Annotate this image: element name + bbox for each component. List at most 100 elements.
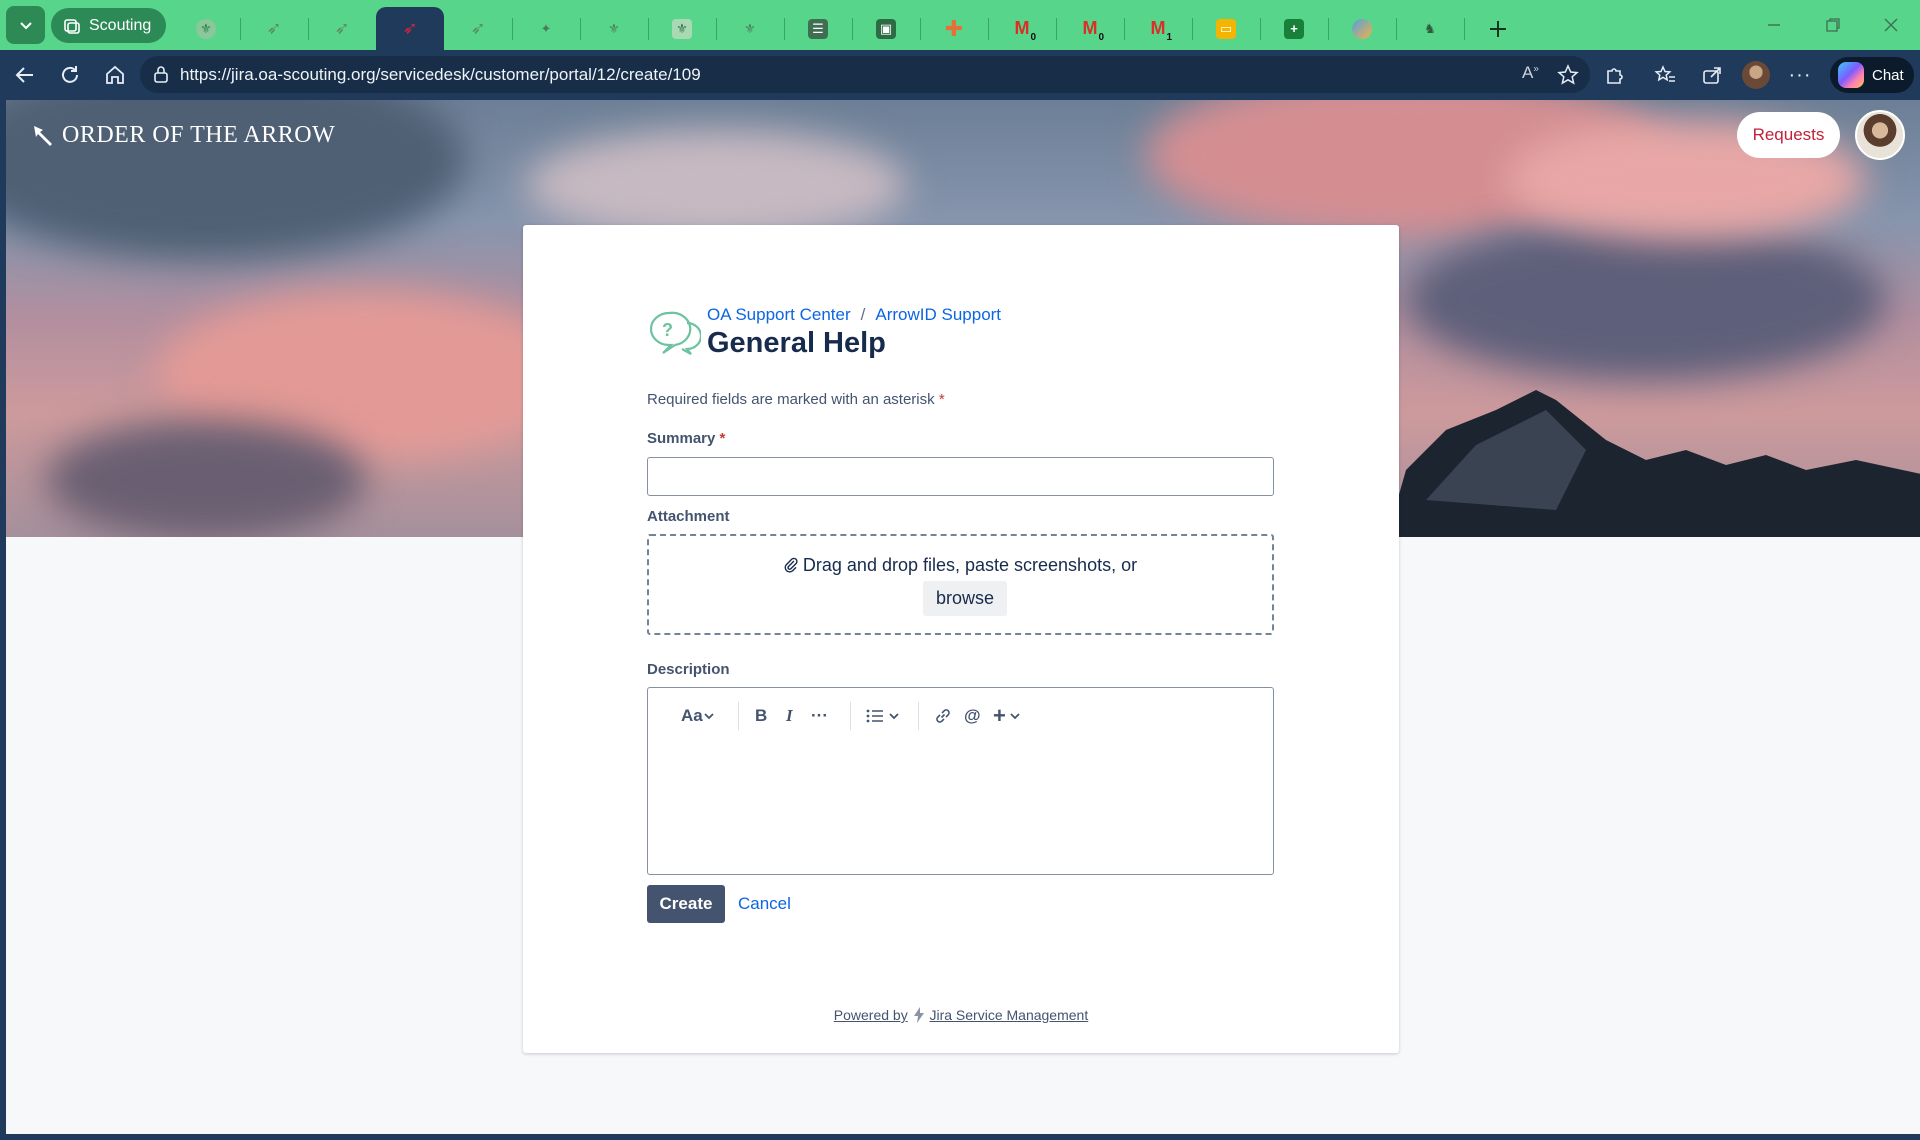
brand-logo[interactable]: ORDER OF THE ARROW: [32, 122, 335, 149]
gmail-icon: M1: [1150, 18, 1173, 43]
text-style-label: Aa: [681, 706, 703, 725]
mention-button[interactable]: @: [964, 702, 981, 730]
summary-label: Summary *: [647, 430, 725, 447]
required-note-text: Required fields are marked with an aster…: [647, 391, 935, 408]
chevron-down-icon: [704, 713, 714, 720]
tab-group-label: Scouting: [89, 16, 152, 34]
required-asterisk: *: [938, 391, 945, 408]
list-dropdown[interactable]: [866, 702, 900, 730]
refresh-button[interactable]: [55, 60, 85, 90]
insert-dropdown[interactable]: +: [993, 702, 1021, 730]
breadcrumb-link-support-center[interactable]: OA Support Center: [707, 305, 851, 324]
brand-name: ORDER OF THE ARROW: [62, 122, 336, 148]
powered-by-footer[interactable]: Powered by Jira Service Management: [523, 1006, 1399, 1024]
attachment-dropzone[interactable]: Drag and drop files, paste screenshots, …: [647, 534, 1274, 635]
bold-icon: B: [755, 706, 768, 725]
settings-more-button[interactable]: ···: [1785, 60, 1815, 90]
chevron-down-icon: [19, 22, 32, 30]
browser-tab[interactable]: ⚜: [580, 7, 649, 50]
share-button[interactable]: [1697, 60, 1727, 90]
tab-actions-button[interactable]: [6, 6, 45, 44]
favorite-star-icon[interactable]: [1557, 64, 1579, 86]
tab-badge: 0: [1030, 31, 1036, 43]
italic-button[interactable]: I: [786, 702, 793, 730]
browser-tab[interactable]: ✦: [512, 7, 581, 50]
copilot-icon: [1838, 62, 1864, 88]
browser-tab-active[interactable]: ➶: [376, 7, 444, 50]
text-style-dropdown[interactable]: Aa: [681, 702, 715, 730]
arrow-logo-icon: ➶: [402, 18, 418, 38]
italic-icon: I: [786, 706, 793, 725]
arrow-logo-icon: [34, 125, 52, 146]
create-button[interactable]: Create: [647, 885, 725, 923]
browser-tab[interactable]: M0: [1056, 7, 1125, 50]
browser-tab[interactable]: ☰: [784, 7, 853, 50]
copilot-chat-button[interactable]: Chat: [1830, 57, 1914, 93]
breadcrumb-link-arrowid-support[interactable]: ArrowID Support: [875, 305, 1001, 324]
arrow-logo-icon: ➶: [266, 18, 282, 38]
browser-tab[interactable]: ➶: [308, 7, 376, 50]
browser-tab[interactable]: ▭: [1192, 7, 1261, 50]
tab-group-scouting[interactable]: Scouting: [51, 8, 166, 43]
browser-tab[interactable]: M1: [1124, 7, 1193, 50]
new-tab-button[interactable]: [1464, 7, 1532, 50]
bold-button[interactable]: B: [755, 702, 767, 730]
help-chat-icon: ?: [649, 311, 701, 355]
home-button[interactable]: [100, 60, 130, 90]
description-editor[interactable]: Aa B I ··· @ +: [647, 687, 1274, 875]
breadcrumb: OA Support Center / ArrowID Support: [707, 305, 1001, 325]
page-viewport: ORDER OF THE ARROW Requests ? OA Support…: [6, 100, 1920, 1134]
extensions-button[interactable]: [1600, 60, 1630, 90]
close-window-button[interactable]: [1871, 8, 1911, 42]
jira-lightning-icon: [913, 1007, 924, 1023]
scout-emblem-icon: ⚜: [672, 18, 692, 39]
browser-tab[interactable]: ⚜: [648, 7, 717, 50]
user-avatar[interactable]: [1855, 110, 1905, 160]
puzzle-icon: [1607, 68, 1623, 84]
browser-tab[interactable]: ♞: [1396, 7, 1465, 50]
share-icon: [1703, 67, 1721, 84]
profile-button[interactable]: [1741, 60, 1771, 90]
favorites-button[interactable]: [1650, 60, 1680, 90]
address-url: https://jira.oa-scouting.org/servicedesk…: [180, 65, 701, 84]
animal-logo-icon: ♞: [1424, 20, 1436, 36]
cancel-link[interactable]: Cancel: [738, 894, 791, 914]
fleur-de-lis-icon: ⚜: [196, 18, 216, 39]
browser-tab[interactable]: ✚: [920, 7, 989, 50]
tab-group-icon: [64, 18, 80, 34]
browser-tab[interactable]: ⚜: [716, 7, 785, 50]
browser-tab[interactable]: ⚜: [172, 7, 241, 50]
arrow-logo-icon: ➶: [470, 18, 486, 38]
browser-tab[interactable]: ➶: [444, 7, 513, 50]
profile-avatar-icon: [1742, 61, 1770, 89]
toolbar-divider: [850, 702, 851, 730]
more-formatting-button[interactable]: ···: [811, 702, 828, 730]
browse-button[interactable]: browse: [923, 581, 1007, 616]
gmail-icon: M0: [1082, 18, 1105, 43]
back-button[interactable]: [10, 60, 40, 90]
link-icon: [936, 709, 950, 723]
dropzone-instructions: Drag and drop files, paste screenshots, …: [649, 555, 1272, 576]
svg-text:?: ?: [662, 320, 673, 340]
bulleted-list-icon: [866, 709, 883, 723]
browser-tab[interactable]: ➶: [240, 7, 309, 50]
link-button[interactable]: [934, 702, 952, 730]
plus-icon: [1490, 20, 1506, 37]
browser-tab[interactable]: [1328, 7, 1397, 50]
restore-icon: [1826, 18, 1840, 32]
site-info-lock-icon: [154, 66, 168, 83]
chevron-down-icon: [889, 713, 899, 720]
browser-tab[interactable]: +: [1260, 7, 1329, 50]
restore-button[interactable]: [1813, 8, 1853, 42]
browser-tab[interactable]: M0: [988, 7, 1057, 50]
read-aloud-icon[interactable]: A»: [1522, 63, 1539, 83]
summary-input[interactable]: [647, 457, 1274, 496]
refresh-icon: [62, 66, 78, 83]
back-arrow-icon: [15, 67, 33, 83]
sheets-plus-icon: +: [1284, 18, 1304, 39]
address-bar[interactable]: https://jira.oa-scouting.org/servicedesk…: [140, 56, 1590, 93]
app-logo-icon: [1352, 18, 1372, 39]
browser-tab[interactable]: ▣: [852, 7, 921, 50]
minimize-button[interactable]: [1754, 8, 1794, 42]
requests-button[interactable]: Requests: [1737, 112, 1840, 158]
